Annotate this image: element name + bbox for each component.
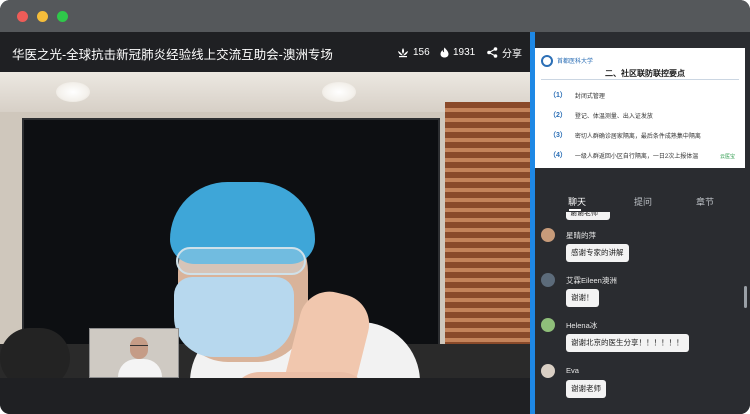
live-video[interactable] bbox=[0, 72, 530, 378]
window-titlebar bbox=[0, 0, 750, 32]
slide-row: （2） 登记、体温测量、出入证发放 bbox=[549, 110, 653, 120]
video-bottom-bar bbox=[0, 378, 530, 414]
chat-bubble: 谢谢老师 bbox=[566, 380, 606, 398]
lotus-icon bbox=[398, 47, 408, 57]
share-icon bbox=[487, 46, 498, 58]
chat-username: 星晴的萍 bbox=[566, 231, 596, 240]
ceiling-light bbox=[322, 82, 356, 102]
slide-title: 二、社区联防联控要点 bbox=[605, 69, 685, 78]
chat-message: Eva 谢谢老师 bbox=[535, 364, 735, 408]
foreground-object bbox=[0, 328, 70, 378]
views-value: 1931 bbox=[453, 46, 476, 58]
slide-row: （4） 一级人群返回小区自行隔离，一日2次上报体温 bbox=[549, 150, 698, 160]
slide-row-number: （2） bbox=[549, 112, 567, 119]
likes-value: 156 bbox=[413, 46, 430, 58]
likes-count[interactable]: 156 bbox=[397, 45, 430, 59]
minimize-window-button[interactable] bbox=[37, 11, 48, 22]
chat-message: 艾霖Eileen澳洲 谢谢！ bbox=[535, 273, 735, 317]
avatar[interactable] bbox=[541, 273, 555, 287]
views-count: 1931 bbox=[440, 45, 475, 59]
panel-tabs: 聊天 提问 章节 bbox=[535, 192, 745, 212]
wood-wall bbox=[445, 102, 530, 378]
avatar[interactable] bbox=[541, 228, 555, 242]
live-header: 华医之光-全球抗击新冠肺炎经验线上交流互助会-澳洲专场 156 1931 分享 bbox=[0, 32, 530, 72]
tab-questions[interactable]: 提问 bbox=[634, 195, 652, 208]
app-window: 华医之光-全球抗击新冠肺炎经验线上交流互助会-澳洲专场 156 1931 分享 … bbox=[0, 0, 750, 414]
slide-row-number: （4） bbox=[549, 152, 567, 159]
zoom-window-button[interactable] bbox=[57, 11, 68, 22]
slide-brand-label: 云医宝 bbox=[720, 154, 736, 160]
ceiling-light bbox=[56, 82, 90, 102]
share-button[interactable]: 分享 bbox=[487, 45, 522, 60]
tab-chat[interactable]: 聊天 bbox=[568, 195, 586, 208]
chat-bubble: 感谢专家的讲解 bbox=[566, 244, 629, 262]
chat-username: 艾霖Eileen澳洲 bbox=[566, 276, 617, 285]
safety-goggles bbox=[176, 247, 306, 275]
slide-row-number: （1） bbox=[549, 92, 567, 99]
presentation-slide[interactable]: 首都医科大学 二、社区联防联控要点 （1） 封闭式管理 （2） 登记、体温测量、… bbox=[535, 48, 745, 168]
chat-message: Helena冰 谢谢北京的医生分享！！！！！！ bbox=[535, 318, 735, 362]
chat-bubble-partial: 谢谢老师 bbox=[566, 212, 610, 220]
slide-row-number: （3） bbox=[549, 132, 567, 139]
chat-message: 星晴的萍 感谢专家的讲解 bbox=[535, 228, 735, 272]
chat-username: Eva bbox=[566, 366, 579, 375]
slide-row: （3） 密切人群确诊居家隔离，最后条件成熟集中隔离 bbox=[549, 130, 701, 140]
slide-row-text: 登记、体温测量、出入证发放 bbox=[574, 113, 653, 120]
avatar[interactable] bbox=[541, 364, 555, 378]
face-mask bbox=[174, 277, 294, 357]
slide-divider bbox=[541, 79, 739, 80]
flame-icon bbox=[440, 47, 449, 57]
tab-chapters[interactable]: 章节 bbox=[696, 195, 714, 208]
picture-in-picture-video[interactable] bbox=[89, 328, 179, 378]
close-window-button[interactable] bbox=[17, 11, 28, 22]
chat-bubble: 谢谢北京的医生分享！！！！！！ bbox=[566, 334, 689, 352]
slide-row-text: 封闭式管理 bbox=[574, 93, 605, 100]
slide-row: （1） 封闭式管理 bbox=[549, 90, 605, 100]
pip-glasses bbox=[130, 345, 148, 350]
chat-scrollbar[interactable] bbox=[744, 286, 747, 308]
slide-row-text: 密切人群确诊居家隔离，最后条件成熟集中隔离 bbox=[574, 133, 701, 140]
chat-username: Helena冰 bbox=[566, 321, 598, 330]
share-label: 分享 bbox=[502, 48, 522, 60]
page-title: 华医之光-全球抗击新冠肺炎经验线上交流互助会-澳洲专场 bbox=[12, 48, 333, 62]
active-tab-indicator bbox=[569, 209, 581, 211]
university-logo-icon bbox=[541, 55, 553, 67]
avatar[interactable] bbox=[541, 318, 555, 332]
chat-bubble: 谢谢！ bbox=[566, 289, 599, 307]
chat-list[interactable]: 谢谢老师 星晴的萍 感谢专家的讲解 艾霖Eileen澳洲 谢谢！ Helena冰… bbox=[535, 212, 745, 414]
pip-person-body bbox=[118, 359, 162, 377]
slide-logo-text: 首都医科大学 bbox=[557, 58, 594, 65]
slide-row-text: 一级人群返回小区自行隔离，一日2次上报体温 bbox=[574, 153, 699, 160]
